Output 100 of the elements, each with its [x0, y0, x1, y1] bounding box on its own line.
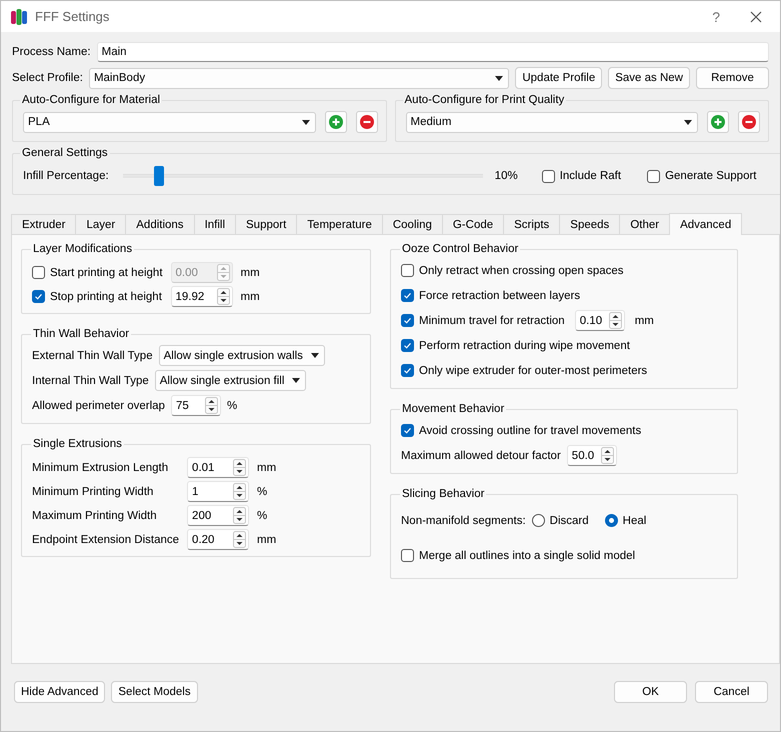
- spin-arrows-icon[interactable]: [233, 531, 246, 548]
- check-icon: [402, 340, 413, 351]
- check-icon: [402, 365, 413, 376]
- checkbox-label[interactable]: Force retraction between layers: [419, 290, 580, 302]
- spin-box[interactable]: 75: [170, 395, 221, 416]
- spin-arrows-icon[interactable]: [216, 288, 230, 305]
- spin-box[interactable]: 0.01: [187, 457, 250, 478]
- group-title: Auto-Configure for Print Quality: [404, 94, 566, 106]
- remove-button[interactable]: [738, 111, 760, 133]
- checkbox[interactable]: [401, 424, 414, 437]
- profile-button[interactable]: Remove: [696, 67, 769, 89]
- field-label: Minimum Extrusion Length: [32, 462, 170, 474]
- dropdown[interactable]: MainBody: [88, 68, 510, 88]
- minus-icon: [742, 115, 756, 129]
- spin-arrows-icon[interactable]: [233, 507, 246, 524]
- radio-label[interactable]: Heal: [622, 514, 646, 526]
- tab[interactable]: Extruder: [11, 214, 76, 234]
- profile-button[interactable]: Save as New: [608, 67, 690, 89]
- footer-button[interactable]: Select Models: [111, 681, 198, 703]
- checkbox-label[interactable]: Only wipe extruder for outer-most perimeters: [419, 364, 648, 376]
- unit-label: %: [257, 510, 268, 522]
- group-title: Slicing Behavior: [401, 488, 486, 500]
- check-icon: [33, 291, 44, 302]
- footer-button[interactable]: OK: [614, 681, 687, 703]
- group-title: General Settings: [21, 147, 109, 159]
- dropdown[interactable]: Medium: [406, 112, 698, 132]
- checkbox-label[interactable]: Perform retraction during wipe movement: [419, 340, 630, 352]
- spin-box[interactable]: 19.92: [170, 286, 233, 307]
- checkbox[interactable]: [401, 289, 414, 302]
- radio-button[interactable]: [532, 514, 545, 527]
- group-title: Movement Behavior: [401, 403, 506, 415]
- dropdown[interactable]: Allow single extrusion fill: [154, 370, 306, 391]
- unit-label: %: [257, 486, 268, 498]
- checkbox[interactable]: [401, 549, 414, 562]
- add-button[interactable]: [707, 111, 729, 133]
- remove-button[interactable]: [356, 111, 378, 133]
- input-field[interactable]: Main: [96, 42, 769, 62]
- checkbox[interactable]: [401, 314, 414, 327]
- group-title: Ooze Control Behavior: [401, 243, 520, 255]
- unit-label: mm: [240, 266, 260, 278]
- tab[interactable]: Advanced: [669, 213, 742, 235]
- unit-label: mm: [634, 314, 654, 326]
- window-title: FFF Settings: [35, 9, 110, 24]
- checkbox-label[interactable]: Minimum travel for retraction: [419, 314, 565, 326]
- dropdown[interactable]: Allow single extrusion walls: [158, 345, 325, 366]
- checkbox-label[interactable]: Include Raft: [560, 170, 622, 182]
- field-label: External Thin Wall Type: [32, 350, 153, 362]
- checkbox-label[interactable]: Stop printing at height: [50, 290, 162, 302]
- group-title: Thin Wall Behavior: [32, 328, 130, 340]
- checkbox[interactable]: [401, 364, 414, 377]
- checkbox[interactable]: [401, 339, 414, 352]
- checkbox-label[interactable]: Only retract when crossing open spaces: [419, 264, 624, 276]
- checkbox-label[interactable]: Avoid crossing outline for travel movements: [419, 424, 642, 436]
- spin-box[interactable]: 50.0: [566, 445, 617, 466]
- field-label: Internal Thin Wall Type: [32, 374, 149, 386]
- group-title: Auto-Configure for Material: [21, 94, 162, 106]
- close-icon[interactable]: [750, 10, 762, 22]
- field-label: Endpoint Extension Distance: [32, 534, 180, 546]
- checkbox-label[interactable]: Generate Support: [665, 170, 756, 182]
- checkbox[interactable]: [542, 170, 555, 182]
- caret-icon: [684, 120, 692, 124]
- radio-label[interactable]: Discard: [550, 514, 589, 526]
- help-button[interactable]: ?: [712, 8, 720, 24]
- caret-icon: [310, 353, 319, 358]
- field-label: Infill Percentage:: [23, 170, 109, 182]
- field-label: Select Profile:: [12, 72, 83, 84]
- plus-icon: [328, 115, 342, 129]
- spin-arrows-icon[interactable]: [233, 483, 246, 500]
- dropdown[interactable]: PLA: [23, 112, 316, 132]
- field-label: Maximum allowed detour factor: [401, 450, 561, 462]
- spin-box[interactable]: 0.10: [574, 310, 625, 331]
- group-title: Layer Modifications: [32, 243, 134, 255]
- group-title: Single Extrusions: [32, 438, 123, 450]
- check-icon: [402, 290, 413, 301]
- spin-box[interactable]: 1: [187, 481, 250, 502]
- spin-arrows-icon[interactable]: [600, 447, 614, 464]
- slider-thumb[interactable]: [154, 166, 164, 186]
- spin-arrows-icon[interactable]: [233, 459, 246, 476]
- minus-icon: [360, 115, 374, 129]
- profile-button[interactable]: Update Profile: [515, 67, 602, 89]
- field-label: Non-manifold segments:: [401, 514, 526, 526]
- checkbox[interactable]: [647, 170, 660, 182]
- plus-icon: [711, 115, 725, 129]
- add-button[interactable]: [324, 111, 346, 133]
- footer-button[interactable]: Hide Advanced: [14, 681, 106, 703]
- app-icon: [11, 8, 27, 26]
- field-label: Allowed perimeter overlap: [32, 400, 165, 412]
- checkbox-label[interactable]: Merge all outlines into a single solid model: [419, 550, 636, 562]
- checkbox[interactable]: [32, 290, 45, 303]
- radio-button[interactable]: [604, 514, 618, 527]
- footer-button[interactable]: Cancel: [695, 681, 768, 703]
- spin-arrows-icon[interactable]: [608, 312, 622, 329]
- spin-box[interactable]: 0.20: [187, 529, 250, 550]
- spin-box[interactable]: 200: [187, 505, 250, 526]
- spin-arrows-icon[interactable]: [204, 397, 218, 414]
- caret-icon: [495, 76, 504, 80]
- caret-icon: [302, 120, 310, 124]
- check-icon: [402, 425, 413, 436]
- slider-value: 10%: [494, 170, 518, 182]
- checkbox[interactable]: [401, 264, 414, 277]
